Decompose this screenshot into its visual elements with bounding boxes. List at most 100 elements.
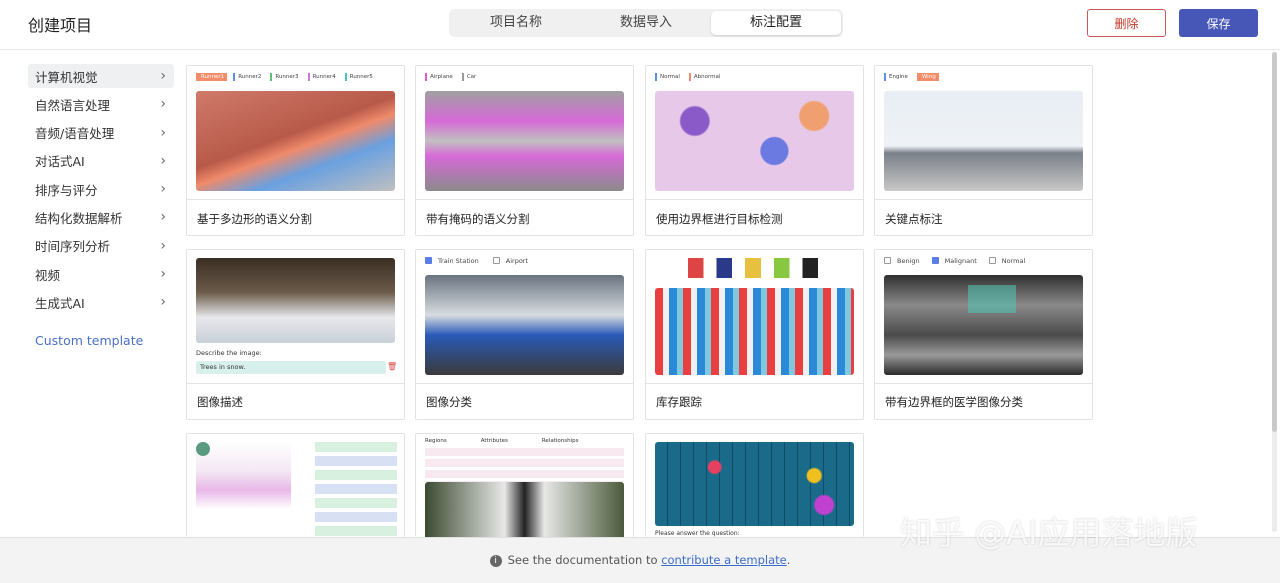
template-category-sidebar: 计算机视觉 › 自然语言处理 › 音频/语音处理 › 对话式AI › 排序与评分 › 结构…: [28, 64, 174, 319]
sidebar-item-label: 对话式AI: [35, 154, 85, 170]
question-label: Please answer the question:: [655, 530, 740, 537]
label-tag: Runner5: [344, 73, 376, 81]
card-thumbnail: Normal Abnormal: [646, 66, 863, 200]
column-header: Regions: [425, 438, 447, 444]
sidebar-item-structured-data[interactable]: 结构化数据解析 ›: [28, 205, 174, 229]
sidebar-item-nlp[interactable]: 自然语言处理 ›: [28, 92, 174, 116]
label-tag: Runner1: [196, 73, 228, 81]
chevron-right-icon: ›: [160, 68, 166, 84]
label-tag: Runner2: [233, 73, 264, 81]
chevron-right-icon: ›: [160, 237, 166, 254]
template-card-inventory-tracking[interactable]: 库存跟踪: [645, 249, 864, 420]
template-card-image-caption[interactable]: Describe the image: Trees in snow. 🗑 图像描…: [186, 249, 405, 420]
sidebar-item-label: 时间序列分析: [35, 239, 111, 255]
info-icon: i: [489, 554, 502, 567]
bbox-region: [968, 285, 1016, 313]
contribute-template-link[interactable]: contribute a template: [661, 553, 787, 567]
custom-template-link[interactable]: Custom template: [35, 333, 143, 348]
snow-trees-image: [196, 258, 395, 343]
chevron-right-icon: ›: [160, 152, 166, 169]
relation-columns: Regions Attributes Relationships: [425, 438, 579, 444]
sidebar-item-generative-ai[interactable]: 生成式AI ›: [28, 290, 174, 314]
choice-label: Malignant: [944, 257, 977, 265]
sidebar-item-audio[interactable]: 音频/语音处理 ›: [28, 121, 174, 145]
tab-project-name[interactable]: 项目名称: [451, 11, 581, 35]
sidebar-item-time-series[interactable]: 时间序列分析 ›: [28, 234, 174, 258]
sidebar-item-label: 视频: [35, 267, 61, 283]
scrollbar-thumb[interactable]: [1272, 52, 1277, 432]
template-card-image-classification[interactable]: Train Station Airport 图像分类: [415, 249, 634, 420]
label-tag: Abnormal: [688, 73, 724, 81]
template-card-mask-segmentation[interactable]: Airplane Car 带有掩码的语义分割: [415, 65, 634, 236]
sidebar-item-label: 排序与评分: [35, 182, 98, 198]
page-title: 创建项目: [28, 16, 93, 35]
label-tags: Engine Wing: [884, 73, 939, 81]
label-tags: Train Station Airport: [425, 257, 528, 265]
label-tag: Runner3: [270, 73, 301, 81]
save-button[interactable]: 保存: [1179, 9, 1258, 37]
card-caption: 带有边界框的医学图像分类: [885, 395, 1023, 409]
checkbox-icon: [988, 257, 996, 264]
label-tag: Wing: [916, 73, 939, 81]
sidebar-item-computer-vision[interactable]: 计算机视觉 ›: [28, 64, 174, 88]
card-caption: 图像描述: [197, 395, 243, 409]
product-icons: [688, 258, 818, 278]
describe-label: Describe the image:: [196, 349, 262, 357]
card-thumbnail: Runner1 Runner2 Runner3 Runner4 Runner5: [187, 66, 404, 200]
ultrasound-image: [884, 275, 1083, 375]
template-card-invoice[interactable]: [186, 433, 405, 538]
train-station-image: [425, 275, 624, 375]
card-thumbnail: Engine Wing: [875, 66, 1092, 200]
card-thumbnail: Benign Malignant Normal: [875, 250, 1092, 384]
chevron-right-icon: ›: [160, 266, 166, 283]
template-card-visual-qa[interactable]: Please answer the question:: [645, 433, 864, 537]
card-caption: 关键点标注: [885, 212, 943, 226]
label-tag: Airplane: [425, 73, 456, 81]
footer-text: See the documentation to: [507, 553, 658, 567]
card-caption: 使用边界框进行目标检测: [656, 212, 783, 226]
template-card-bbox-detection[interactable]: Normal Abnormal 使用边界框进行目标检测: [645, 65, 864, 236]
card-thumbnail: Airplane Car: [416, 66, 633, 200]
tab-data-import[interactable]: 数据导入: [581, 11, 711, 35]
invoice-fields: [315, 442, 397, 538]
sidebar-item-video[interactable]: 视频 ›: [28, 262, 174, 286]
label-tags: Benign Malignant Normal: [884, 257, 1025, 265]
template-card-keypoint[interactable]: Engine Wing 关键点标注: [874, 65, 1093, 236]
checkbox-checked-icon: [931, 257, 939, 264]
relation-rows: [425, 448, 624, 482]
card-caption: 库存跟踪: [656, 395, 702, 409]
description-field: Trees in snow.: [196, 361, 386, 374]
header: 创建项目 项目名称 数据导入 标注配置 删除 保存: [0, 0, 1280, 50]
card-thumbnail: Describe the image: Trees in snow. 🗑: [187, 250, 404, 384]
sidebar-item-label: 音频/语音处理: [35, 126, 115, 142]
template-card-polygon-segmentation[interactable]: Runner1 Runner2 Runner3 Runner4 Runner5 …: [186, 65, 405, 236]
sidebar-item-ranking[interactable]: 排序与评分 ›: [28, 177, 174, 201]
label-tags: Normal Abnormal: [655, 73, 723, 81]
label-tag: Runner4: [307, 73, 339, 81]
label-tags: Runner1 Runner2 Runner3 Runner4 Runner5: [196, 73, 376, 81]
label-tag: Normal: [655, 73, 683, 81]
card-caption: 图像分类: [426, 395, 472, 409]
card-caption: 带有掩码的语义分割: [426, 212, 530, 226]
airplanes-image: [425, 91, 624, 191]
watermark: 知乎 @AI应用落地版: [900, 514, 1198, 552]
card-thumbnail: [646, 250, 863, 384]
column-header: Attributes: [480, 438, 508, 444]
delete-button[interactable]: 删除: [1087, 9, 1166, 37]
chevron-right-icon: ›: [160, 124, 166, 141]
choice-label: Benign: [897, 257, 920, 265]
sidebar-item-conversational-ai[interactable]: 对话式AI ›: [28, 149, 174, 173]
runners-image: [196, 91, 395, 191]
sidebar-item-label: 计算机视觉: [35, 69, 98, 85]
panda-image: [425, 482, 624, 538]
choice-label: Normal: [1001, 257, 1026, 265]
balls-grid-image: [655, 442, 854, 526]
template-card-relations[interactable]: Regions Attributes Relationships: [415, 433, 634, 538]
tab-labeling-config[interactable]: 标注配置: [711, 11, 841, 35]
blood-cells-image: [655, 91, 854, 191]
template-card-medical-classification[interactable]: Benign Malignant Normal 带有边界框的医学图像分类: [874, 249, 1093, 420]
label-tag: Engine: [884, 73, 911, 81]
chevron-right-icon: ›: [160, 181, 166, 198]
sidebar-item-label: 生成式AI: [35, 295, 85, 311]
label-tag: Car: [461, 73, 479, 81]
